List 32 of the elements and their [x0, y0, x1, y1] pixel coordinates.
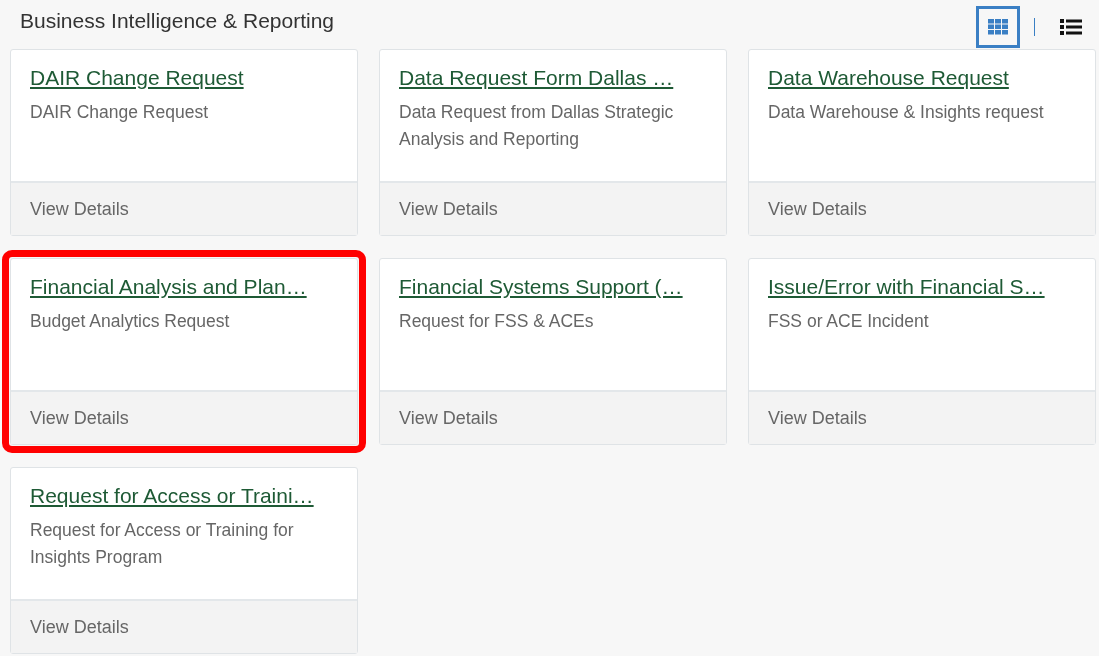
grid-icon [988, 19, 1008, 35]
view-details-link[interactable]: View Details [30, 198, 129, 220]
request-card[interactable]: Financial Systems Support (… Request for FSS & ACEs View Details [379, 258, 727, 445]
request-card[interactable]: Data Warehouse Request Data Warehouse & Insights request View Details [748, 49, 1096, 236]
card-title-link[interactable]: Data Warehouse Request [768, 66, 1076, 90]
view-details-link[interactable]: View Details [768, 198, 867, 220]
card-title-link[interactable]: Financial Systems Support (… [399, 275, 707, 299]
view-details-link[interactable]: View Details [399, 198, 498, 220]
view-details-link[interactable]: View Details [768, 407, 867, 429]
grid-view-button[interactable] [976, 6, 1020, 48]
card-description: Data Request from Dallas Strategic Analysis and Reporting [399, 101, 675, 151]
card-description: Request for Access or Training for Insights Program [30, 519, 295, 569]
request-card[interactable]: Request for Access or Traini… Request for Access or Training for Insights Program View Details [10, 467, 358, 654]
section-title: Business Intelligence & Reporting [20, 9, 334, 33]
request-card[interactable]: Financial Analysis and Plan… Budget Analytics Request View Details [10, 258, 358, 445]
view-details-link[interactable]: View Details [399, 407, 498, 429]
view-details-link[interactable]: View Details [30, 407, 129, 429]
card-description: FSS or ACE Incident [768, 310, 930, 333]
card-title-link[interactable]: Financial Analysis and Plan… [30, 275, 338, 299]
card-description: Data Warehouse & Insights request [768, 101, 1045, 124]
card-title-link[interactable]: Data Request Form Dallas … [399, 66, 707, 90]
request-card[interactable]: Issue/Error with Financial S… FSS or ACE Incident View Details [748, 258, 1096, 445]
card-title-link[interactable]: Issue/Error with Financial S… [768, 275, 1076, 299]
card-title-link[interactable]: DAIR Change Request [30, 66, 338, 90]
list-icon [1060, 19, 1082, 35]
card-description: Request for FSS & ACEs [399, 310, 595, 333]
card-description: Budget Analytics Request [30, 310, 231, 333]
request-card[interactable]: Data Request Form Dallas … Data Request from Dallas Strategic Analysis and Reporting View Details [379, 49, 727, 236]
card-title-link[interactable]: Request for Access or Traini… [30, 484, 338, 508]
request-card[interactable]: DAIR Change Request DAIR Change Request View Details [10, 49, 358, 236]
view-details-link[interactable]: View Details [30, 616, 129, 638]
card-description: DAIR Change Request [30, 101, 210, 124]
